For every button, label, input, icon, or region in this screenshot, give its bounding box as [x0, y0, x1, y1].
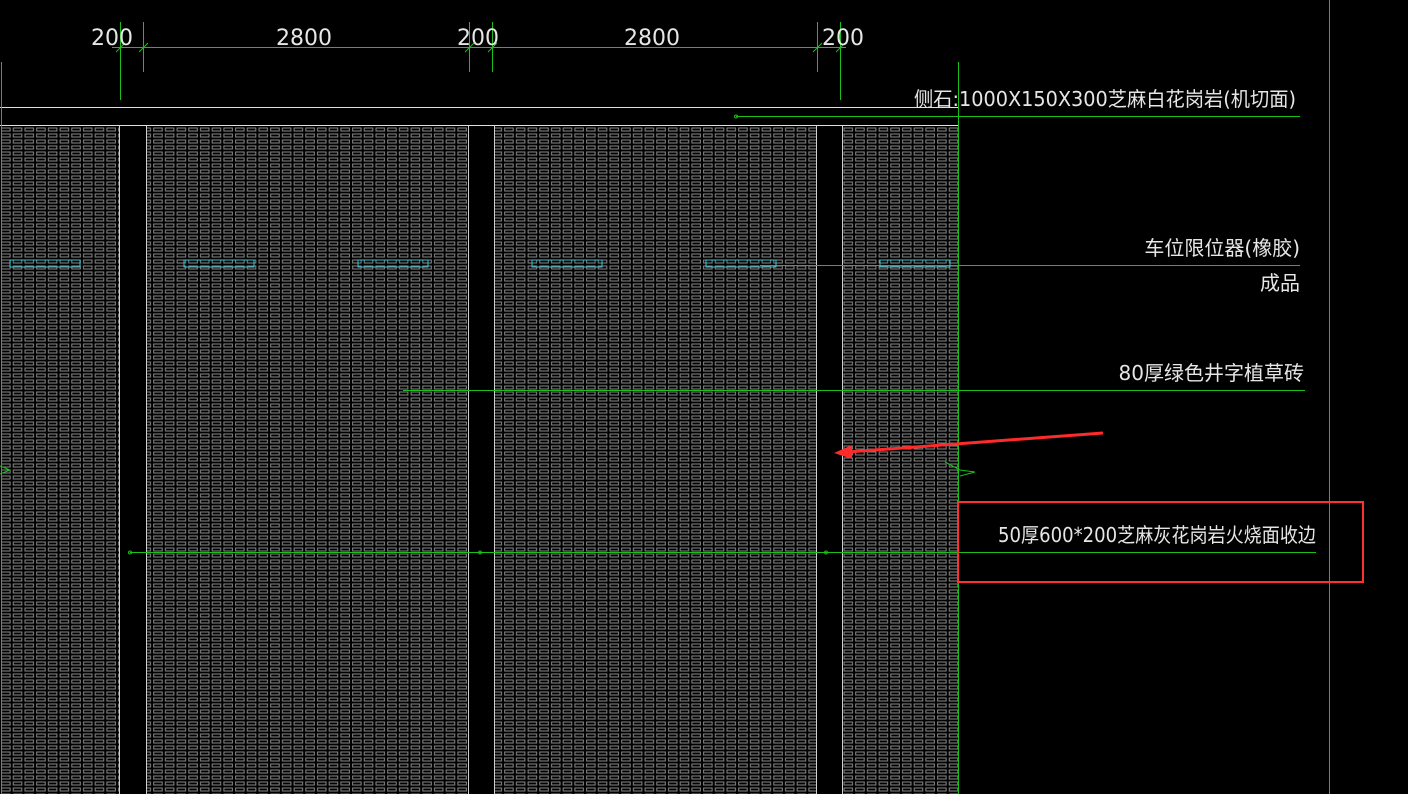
- annotations: 侧石:1000X150X300芝麻白花岗岩(机切面) 车位限位器(橡胶) 成品 …: [914, 87, 1316, 547]
- car-stopper-label-2: 成品: [1260, 271, 1300, 295]
- curb-label: 侧石:1000X150X300芝麻白花岗岩(机切面): [914, 87, 1296, 111]
- dimension-label: 200: [822, 26, 864, 51]
- car-stopper-label: 车位限位器(橡胶): [1144, 236, 1300, 260]
- grass-brick-label: 80厚绿色井字植草砖: [1119, 361, 1304, 385]
- dimension-label: 200: [91, 26, 133, 51]
- brick-strip-3: [494, 126, 816, 794]
- brick-strip-4: [842, 126, 958, 794]
- cad-drawing: 200 2800 200 2800 200 侧石:1000X150X300芝麻白…: [0, 0, 1364, 794]
- edge-stone-label: 50厚600*200芝麻灰花岗岩火烧面收边: [998, 523, 1316, 547]
- brick-strip-2: [146, 126, 468, 794]
- dimension-label: 2800: [624, 26, 680, 51]
- dimension-label: 2800: [276, 26, 332, 51]
- grass-brick-strips: [0, 126, 958, 794]
- brick-strip-1: [0, 126, 119, 794]
- dimension-label: 200: [457, 26, 499, 51]
